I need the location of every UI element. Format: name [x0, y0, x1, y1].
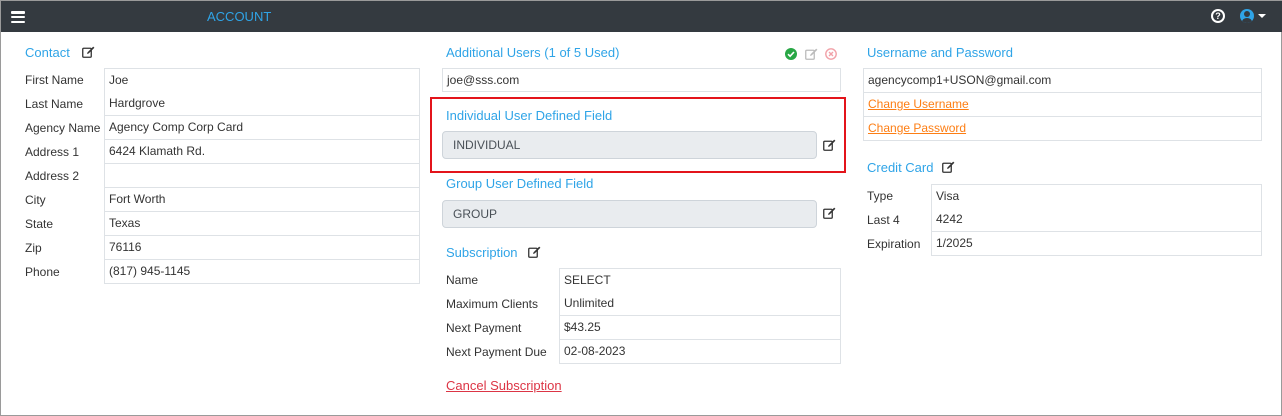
field-label: First Name — [25, 73, 84, 87]
field-value: 4242 — [931, 208, 1262, 232]
credentials-title: Username and Password — [867, 45, 1013, 60]
field-label: State — [25, 217, 54, 231]
field-value: 6424 Klamath Rd. — [104, 140, 420, 164]
field-label: Zip — [25, 241, 42, 255]
help-icon[interactable]: ? — [1211, 9, 1225, 23]
field-value — [104, 164, 420, 188]
field-value: 76116 — [104, 236, 420, 260]
edit-icon[interactable] — [805, 48, 818, 60]
field-value: 1/2025 — [931, 232, 1262, 256]
field-label: Address 2 — [25, 169, 80, 183]
field-label: Phone — [25, 265, 60, 279]
additional-users-title: Additional Users (1 of 5 Used) — [446, 45, 620, 60]
field-label: Name — [446, 273, 479, 287]
username-value: agencycomp1+USON@gmail.com — [863, 68, 1262, 93]
field-value: Fort Worth — [104, 188, 420, 212]
individual-field-title: Individual User Defined Field — [446, 108, 613, 123]
edit-icon[interactable] — [942, 161, 955, 173]
field-label: Last Name — [25, 97, 84, 111]
page-title: ACCOUNT — [207, 9, 272, 24]
field-value: Visa — [931, 184, 1262, 209]
check-circle-icon[interactable] — [785, 48, 797, 60]
edit-icon[interactable] — [823, 139, 836, 151]
field-label: Next Payment — [446, 321, 522, 335]
change-username-link[interactable]: Change Username — [868, 97, 969, 111]
edit-icon[interactable] — [82, 46, 95, 58]
group-field-title: Group User Defined Field — [446, 176, 594, 191]
field-label: City — [25, 193, 46, 207]
field-label: Last 4 — [867, 213, 900, 227]
top-navbar: ACCOUNT ? — [1, 1, 1282, 32]
field-label: Expiration — [867, 237, 921, 251]
caret-down-icon — [1258, 14, 1266, 18]
field-label: Maximum Clients — [446, 297, 539, 311]
close-circle-icon[interactable] — [825, 48, 837, 60]
credit-card-title: Credit Card — [867, 160, 934, 175]
field-value: Joe — [104, 68, 420, 93]
subscription-title: Subscription — [446, 245, 518, 260]
field-value: Unlimited — [559, 292, 841, 316]
app-window: ACCOUNT ? Contact First Name Joe Last Name… — [0, 0, 1282, 416]
cancel-subscription-link[interactable]: Cancel Subscription — [446, 378, 562, 393]
user-circle-icon — [1240, 9, 1254, 23]
field-value: Agency Comp Corp Card — [104, 116, 420, 140]
field-label: Address 1 — [25, 145, 80, 159]
contact-title: Contact — [25, 45, 70, 60]
field-value: $43.25 — [559, 316, 841, 340]
hamburger-icon[interactable] — [11, 11, 25, 23]
group-field-input[interactable]: GROUP — [442, 200, 817, 228]
change-password-link[interactable]: Change Password — [868, 121, 966, 135]
field-value: Hardgrove — [104, 92, 420, 116]
edit-icon[interactable] — [528, 246, 541, 258]
field-value: Texas — [104, 212, 420, 236]
field-value: SELECT — [559, 268, 841, 293]
individual-field-input[interactable]: INDIVIDUAL — [442, 131, 817, 159]
field-label: Next Payment Due — [446, 345, 547, 359]
edit-icon[interactable] — [823, 207, 836, 219]
change-password-row: Change Password — [863, 117, 1262, 141]
field-label: Type — [867, 189, 894, 203]
field-value: 02-08-2023 — [559, 340, 841, 364]
additional-user-item[interactable]: joe@sss.com — [442, 68, 841, 92]
field-value: (817) 945-1145 — [104, 260, 420, 284]
user-menu-button[interactable] — [1240, 9, 1268, 25]
change-username-row: Change Username — [863, 93, 1262, 117]
field-label: Agency Name — [25, 121, 101, 135]
